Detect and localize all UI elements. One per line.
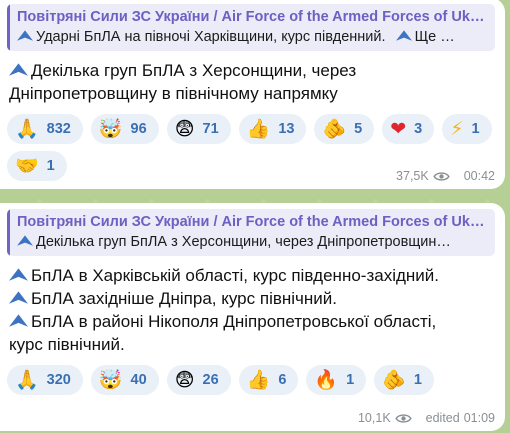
handshake-icon: 🤝	[15, 155, 39, 177]
reaction-pointing-hand[interactable]: 🫵 5	[314, 114, 375, 144]
reaction-thumbs-up[interactable]: 👍 13	[238, 114, 307, 144]
pointing-hand-icon: 🫵	[322, 118, 347, 140]
reaction-fearful-face[interactable]: 😨 26	[166, 365, 231, 395]
message-bubble[interactable]: Повітряні Сили ЗС України / Air Force of…	[0, 203, 505, 431]
reaction-count: 3	[414, 121, 423, 137]
quote-text: Декілька груп БпЛА з Херсонщини, через Д…	[17, 232, 487, 252]
reaction-count: 832	[46, 121, 71, 137]
reaction-count: 40	[130, 372, 147, 388]
drone-icon	[17, 30, 33, 41]
message-line: БпЛА західніше Дніпра, курс північний.	[31, 289, 337, 308]
reaction-folded-hands[interactable]: 🙏 320	[7, 365, 83, 395]
pointing-hand-icon: 🫵	[382, 369, 406, 391]
reaction-count: 26	[202, 372, 219, 388]
message-meta: 10,1K edited 01:09	[358, 411, 495, 425]
reaction-fire[interactable]: 🔥 1	[306, 365, 367, 395]
exploding-head-icon: 🤯	[98, 369, 123, 391]
reaction-pointing-hand[interactable]: 🫵 1	[374, 365, 434, 395]
drone-icon	[9, 268, 28, 281]
view-count: 10,1K	[357, 411, 391, 425]
reaction-folded-hands[interactable]: 🙏 832	[7, 114, 83, 144]
reaction-exploding-head[interactable]: 🤯 40	[90, 365, 159, 395]
reaction-fearful-face[interactable]: 😨 71	[166, 114, 231, 144]
message-text: Декілька груп БпЛА з Херсонщини, через Д…	[7, 59, 495, 105]
message-time: 01:09	[463, 411, 495, 425]
reaction-count: 71	[202, 121, 219, 137]
reaction-count: 5	[354, 121, 363, 137]
message-meta: 37,5K 00:42	[396, 169, 495, 183]
edited-label: edited	[425, 411, 460, 425]
reaction-count: 320	[46, 372, 71, 388]
drone-icon	[9, 63, 28, 76]
message-bubble[interactable]: Повітряні Сили ЗС України / Air Force of…	[0, 0, 505, 189]
message-line: БпЛА в Харківській області, курс південн…	[31, 266, 439, 285]
eye-icon	[394, 413, 412, 423]
thumbs-up-icon: 👍	[246, 118, 271, 140]
reaction-count: 6	[278, 372, 287, 388]
reaction-handshake[interactable]: 🤝 1	[7, 151, 67, 181]
drone-icon	[17, 235, 33, 246]
quote-author: Повітряні Сили ЗС України / Air Force of…	[17, 9, 487, 25]
fearful-face-icon: 😨	[174, 118, 195, 140]
fire-icon: 🔥	[314, 369, 339, 391]
fearful-face-icon: 😨	[174, 369, 195, 391]
quote-text-main: Декілька груп БпЛА з Херсонщини, через Д…	[36, 234, 451, 250]
reply-quote[interactable]: Повітряні Сили ЗС України / Air Force of…	[7, 4, 495, 51]
thumbs-up-icon: 👍	[246, 369, 271, 391]
message-text: БпЛА в Харківській області, курс південн…	[7, 264, 495, 356]
message-line: курс північний.	[9, 335, 125, 354]
quote-text-main: Ударні БпЛА на півночі Харківщини, курс …	[36, 29, 386, 45]
red-heart-icon: ❤	[390, 118, 407, 140]
reaction-count: 1	[346, 372, 355, 388]
drone-icon	[9, 314, 28, 327]
drone-icon	[9, 291, 28, 304]
reactions: 🙏 320 🤯 40 😨 26 👍 6 🔥 1 🫵 1	[7, 365, 495, 395]
folded-hands-icon: 🙏	[15, 369, 39, 391]
reaction-thumbs-up[interactable]: 👍 6	[238, 365, 299, 395]
folded-hands-icon: 🙏	[15, 118, 39, 140]
reaction-count: 1	[471, 121, 480, 137]
message-line: БпЛА в районі Нікополя Дніпропетровської…	[31, 312, 437, 331]
message-time: 00:42	[463, 169, 495, 183]
quote-author: Повітряні Сили ЗС України / Air Force of…	[17, 214, 487, 230]
reaction-exploding-head[interactable]: 🤯 96	[90, 114, 159, 144]
eye-icon	[433, 171, 450, 181]
view-count: 37,5K	[396, 169, 429, 183]
exploding-head-icon: 🤯	[98, 118, 123, 140]
message-line: Дніпропетровщину в північному напрямку	[9, 84, 338, 103]
reaction-count: 13	[278, 121, 295, 137]
reaction-count: 1	[413, 372, 422, 388]
quote-text: Ударні БпЛА на півночі Харківщини, курс …	[17, 27, 487, 47]
reply-quote[interactable]: Повітряні Сили ЗС України / Air Force of…	[7, 209, 495, 256]
reaction-count: 96	[130, 121, 147, 137]
message-line: Декілька груп БпЛА з Херсонщини, через	[31, 61, 357, 80]
drone-icon	[395, 30, 412, 41]
reaction-count: 1	[46, 158, 55, 174]
reaction-red-heart[interactable]: ❤ 3	[382, 114, 435, 144]
reaction-lightning[interactable]: ⚡ 1	[442, 114, 492, 144]
quote-text-tail: Ще …	[414, 29, 455, 45]
lightning-icon: ⚡	[450, 118, 464, 140]
